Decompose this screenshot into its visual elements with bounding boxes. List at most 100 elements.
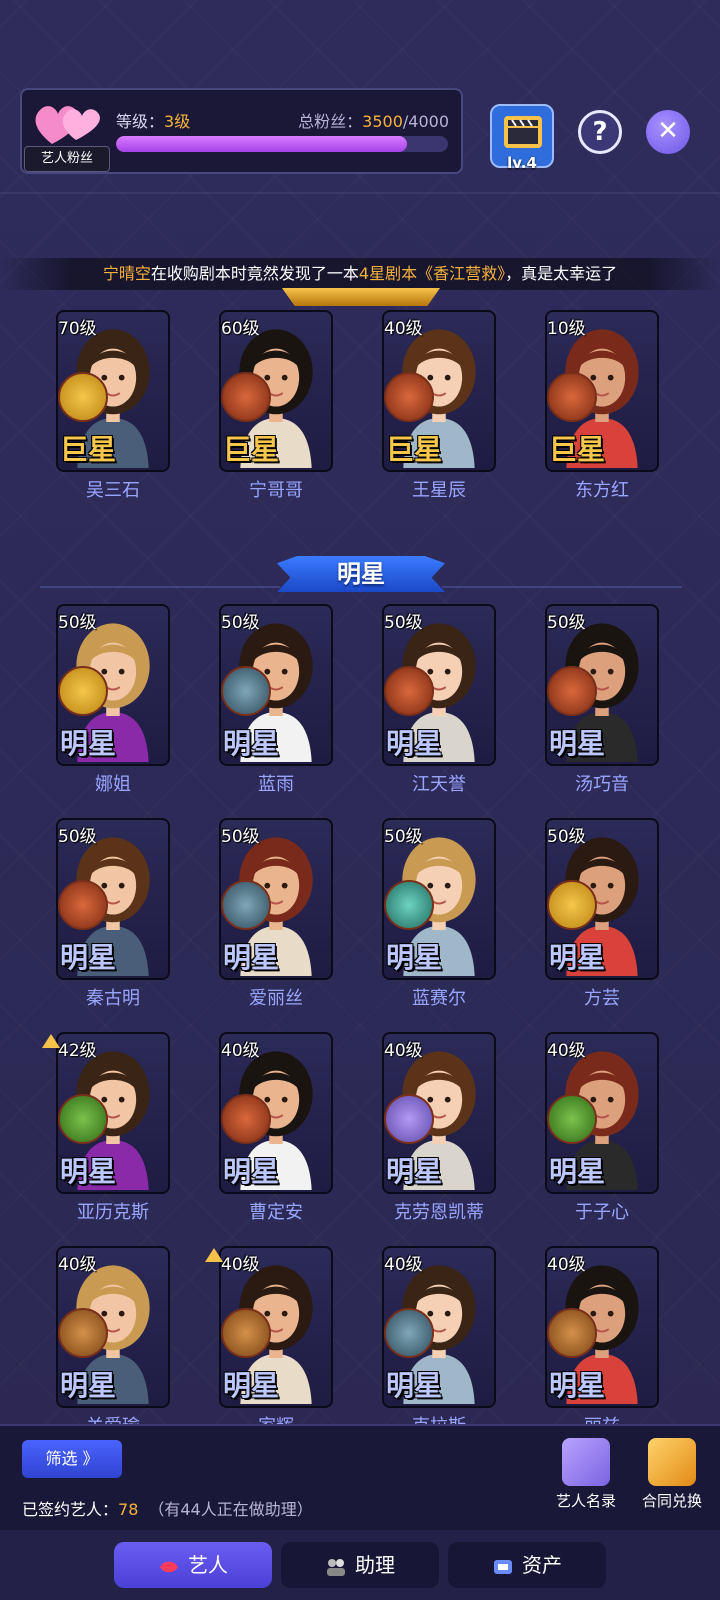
artist-card[interactable]: 40级 明星: [382, 1246, 496, 1408]
artist-card[interactable]: 50级 明星: [56, 818, 170, 980]
artist-level: 10级: [547, 319, 586, 339]
header-divider: [0, 192, 720, 194]
artist-rank: 明星: [386, 1155, 443, 1188]
artist-level: 40级: [547, 1255, 586, 1275]
contract-exchange-button[interactable]: 合同兑换: [632, 1438, 712, 1511]
artist-level: 40级: [384, 319, 423, 339]
liberty-badge-icon: [547, 1094, 597, 1144]
artist-name: 方芸: [584, 988, 620, 1009]
lips-icon: [160, 1561, 178, 1572]
artist-rank: 明星: [549, 941, 606, 974]
artist-name: 爱丽丝: [249, 988, 303, 1009]
artist-card[interactable]: 70级 巨星: [56, 310, 170, 472]
artist-name: 东方红: [575, 480, 629, 501]
section-banner-star: 明星: [277, 550, 445, 598]
artist-rank: 明星: [60, 1155, 117, 1188]
artist-level: 50级: [547, 613, 586, 633]
silhouette-badge-icon: [221, 372, 271, 422]
artist-rank: 明星: [386, 941, 443, 974]
liberty-badge-icon: [58, 1094, 108, 1144]
artist-rank: 明星: [223, 1155, 280, 1188]
artist-card[interactable]: 50级明星: [219, 818, 333, 980]
artist-name: 亚历克斯: [77, 1202, 149, 1223]
couple-badge-icon: [221, 1308, 271, 1358]
artist-rank: 明星: [60, 727, 117, 760]
tab-assistants[interactable]: 助理: [281, 1542, 439, 1588]
silhouette-badge-icon: [547, 666, 597, 716]
artist-level: 40级: [221, 1255, 260, 1275]
artist-rank: 明星: [549, 1369, 606, 1402]
close-button[interactable]: ✕: [646, 110, 690, 154]
clapperboard-icon: [504, 116, 542, 148]
level-up-arrow-icon: [42, 1034, 60, 1048]
artist-card[interactable]: 40级明星: [545, 1032, 659, 1194]
artist-card[interactable]: 50级明星: [545, 604, 659, 766]
ticker-player: 宁晴空: [102, 264, 151, 283]
artist-rank: 明星: [549, 1155, 606, 1188]
superstar-ribbon: [282, 288, 440, 306]
artist-level: 70级: [58, 319, 97, 339]
fans-current: 3500: [362, 112, 403, 131]
artist-rank: 明星: [386, 727, 443, 760]
artist-level: 42级: [58, 1041, 97, 1061]
artist-level: 50级: [221, 827, 260, 847]
artist-level: 50级: [58, 613, 97, 633]
fans-progress-bar: [116, 136, 448, 152]
section-divider-left: [40, 586, 280, 588]
artist-rank: 明星: [223, 727, 280, 760]
artist-card[interactable]: 40级 明星: [56, 1246, 170, 1408]
soldier-badge-icon: [58, 666, 108, 716]
artist-card[interactable]: 40级 明星: [219, 1246, 333, 1408]
artist-card[interactable]: 40级 明星: [219, 1032, 333, 1194]
artist-level: 50级: [384, 613, 423, 633]
artist-card[interactable]: 50级明星: [56, 604, 170, 766]
artist-rank: 明星: [549, 727, 606, 760]
help-button[interactable]: ?: [578, 110, 622, 154]
artist-level: 50级: [547, 827, 586, 847]
artist-name: 蓝赛尔: [412, 988, 466, 1009]
tab-assets[interactable]: 资产: [448, 1542, 606, 1588]
couple-badge-icon: [58, 1308, 108, 1358]
artist-card[interactable]: 50级 明星: [382, 818, 496, 980]
artist-roster-button[interactable]: 艺人名录: [546, 1438, 626, 1511]
heart-icon: [35, 106, 100, 144]
artist-rank: 巨星: [386, 433, 443, 466]
level-clapper-button[interactable]: lv.4: [490, 104, 554, 172]
artist-card[interactable]: 50级明星: [219, 604, 333, 766]
filter-button[interactable]: 筛选 》: [22, 1440, 122, 1478]
tab-artists[interactable]: 艺人: [114, 1542, 272, 1588]
artist-card[interactable]: 40级明星: [382, 1032, 496, 1194]
artist-level: 40级: [58, 1255, 97, 1275]
contract-folder-icon: [648, 1438, 696, 1486]
artist-card[interactable]: 50级明星: [382, 604, 496, 766]
artist-rank: 巨星: [223, 433, 280, 466]
lv-badge: lv.4: [507, 154, 537, 172]
artist-card[interactable]: 40级巨星: [382, 310, 496, 472]
artist-card[interactable]: 42级明星: [56, 1032, 170, 1194]
fans-progress-fill: [116, 136, 407, 152]
assets-icon: [494, 1559, 512, 1574]
artist-card[interactable]: 10级巨星: [545, 310, 659, 472]
ufo-badge-icon: [221, 666, 271, 716]
level-up-arrow-icon: [205, 1248, 223, 1262]
artist-level: 40级: [384, 1041, 423, 1061]
signed-note: （有44人正在做助理）: [148, 1500, 313, 1519]
artist-name: 汤巧音: [575, 774, 629, 795]
silhouette-badge-icon: [547, 372, 597, 422]
couple-badge-icon: [547, 1308, 597, 1358]
artist-rank: 明星: [223, 941, 280, 974]
artist-card[interactable]: 40级明星: [545, 1246, 659, 1408]
soldier-badge-icon: [547, 880, 597, 930]
artist-level: 40级: [384, 1255, 423, 1275]
artist-level: 60级: [221, 319, 260, 339]
artist-level: 40级: [547, 1041, 586, 1061]
silhouette-badge-icon: [58, 880, 108, 930]
level-label: 等级：3级: [116, 112, 191, 131]
artist-card[interactable]: 50级明星: [545, 818, 659, 980]
artist-name: 秦古明: [86, 988, 140, 1009]
artist-level: 50级: [221, 613, 260, 633]
artist-card[interactable]: 60级巨星: [219, 310, 333, 472]
artist-rank: 巨星: [549, 433, 606, 466]
fan-panel: 艺人粉丝 等级：3级 总粉丝：3500/4000: [20, 88, 463, 174]
artist-name: 宁哥哥: [249, 480, 303, 501]
